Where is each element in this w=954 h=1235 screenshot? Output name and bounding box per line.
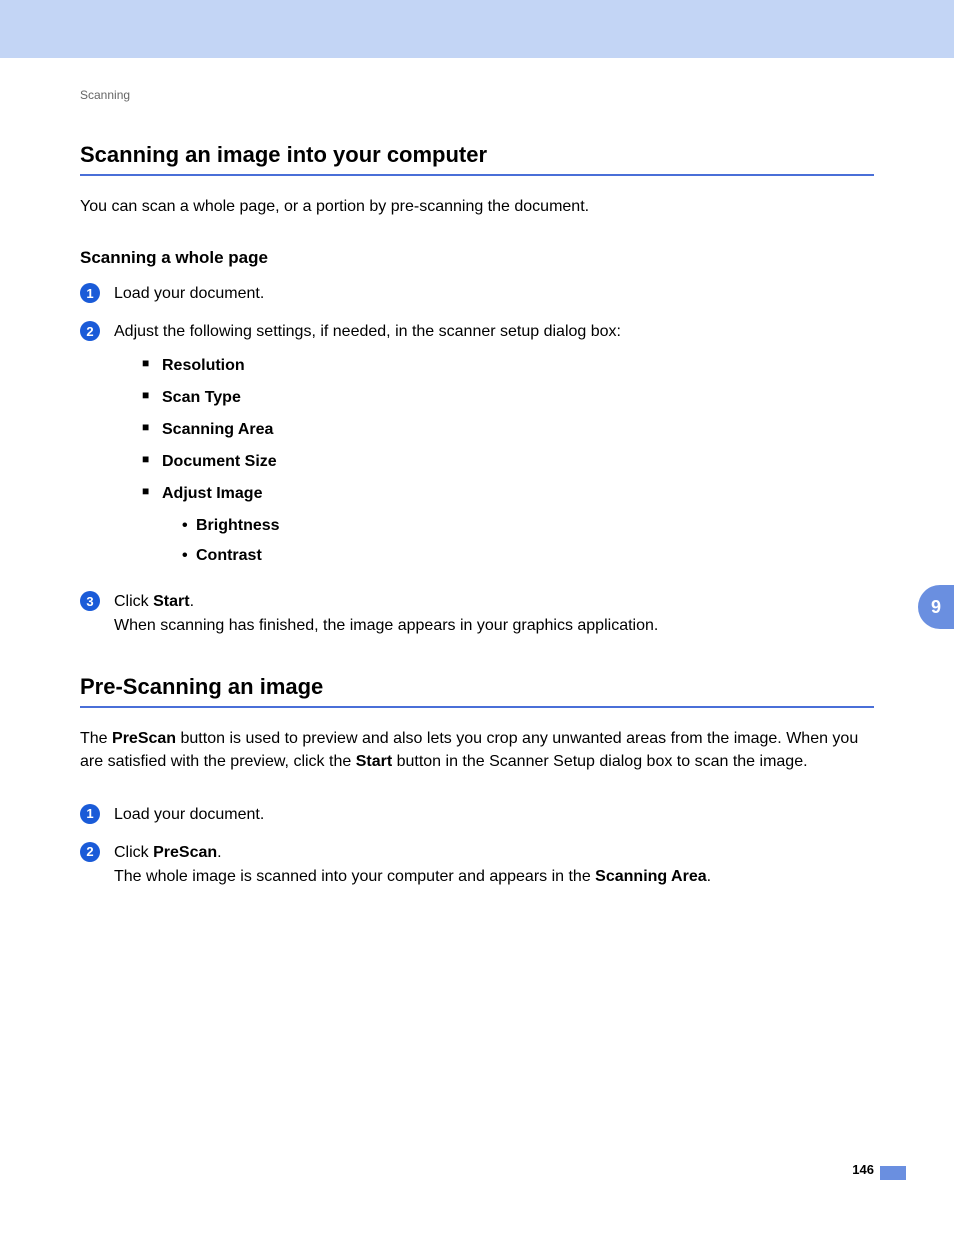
step-2: 2 Adjust the following settings, if need… <box>80 320 874 576</box>
step-number-icon: 1 <box>80 283 100 303</box>
step-3-body: Click Start. When scanning has finished,… <box>114 590 874 638</box>
settings-list: Resolution Scan Type Scanning Area Docum… <box>142 354 874 568</box>
chapter-tab[interactable]: 9 <box>918 585 954 629</box>
step-3-prefix: Click <box>114 593 153 610</box>
adjust-image-sublist: Brightness Contrast <box>182 514 874 568</box>
step-number-icon: 1 <box>80 804 100 824</box>
setting-scan-type: Scan Type <box>142 386 874 410</box>
step-3: 3 Click Start. When scanning has finishe… <box>80 590 874 638</box>
step-3-line2: When scanning has finished, the image ap… <box>114 617 658 634</box>
prescan-step-2: 2 Click PreScan. The whole image is scan… <box>80 841 874 889</box>
prescan-step2-c: . <box>217 844 221 861</box>
step-number-icon: 2 <box>80 842 100 862</box>
setting-document-size: Document Size <box>142 450 874 474</box>
prescan-step2-line2-c: . <box>707 868 711 885</box>
step-1-text: Load your document. <box>114 282 874 306</box>
prescan-step-2-body: Click PreScan. The whole image is scanne… <box>114 841 874 889</box>
prescan-step-1-text: Load your document. <box>114 803 874 827</box>
intro-text-1: You can scan a whole page, or a portion … <box>80 196 874 218</box>
intro2-start: Start <box>356 753 392 770</box>
step-number-icon: 3 <box>80 591 100 611</box>
top-banner <box>0 0 954 58</box>
sub-contrast: Contrast <box>182 544 874 568</box>
prescan-step2-prescan: PreScan <box>153 844 217 861</box>
step-3-start: Start <box>153 593 189 610</box>
breadcrumb: Scanning <box>80 88 874 102</box>
setting-scanning-area: Scanning Area <box>142 418 874 442</box>
sub-brightness: Brightness <box>182 514 874 538</box>
page-content: Scanning Scanning an image into your com… <box>0 88 954 889</box>
subheading-whole-page: Scanning a whole page <box>80 248 874 268</box>
page-number: 146 <box>852 1162 874 1177</box>
step-1: 1 Load your document. <box>80 282 874 306</box>
intro2-a: The <box>80 730 112 747</box>
intro2-prescan: PreScan <box>112 730 176 747</box>
prescan-step2-a: Click <box>114 844 153 861</box>
setting-adjust-image-label: Adjust Image <box>162 485 262 502</box>
intro2-e: button in the Scanner Setup dialog box t… <box>392 753 807 770</box>
step-3-suffix: . <box>190 593 194 610</box>
setting-adjust-image: Adjust Image Brightness Contrast <box>142 482 874 568</box>
setting-resolution: Resolution <box>142 354 874 378</box>
step-2-text: Adjust the following settings, if needed… <box>114 323 621 340</box>
heading-scanning-image: Scanning an image into your computer <box>80 142 874 176</box>
bottom-accent-icon <box>880 1166 906 1180</box>
step-number-icon: 2 <box>80 321 100 341</box>
prescan-step-1: 1 Load your document. <box>80 803 874 827</box>
step-2-body: Adjust the following settings, if needed… <box>114 320 874 576</box>
prescan-step2-scanning-area: Scanning Area <box>595 868 706 885</box>
intro-text-2: The PreScan button is used to preview an… <box>80 728 874 773</box>
prescan-step2-line2-a: The whole image is scanned into your com… <box>114 868 595 885</box>
heading-pre-scanning: Pre-Scanning an image <box>80 674 874 708</box>
